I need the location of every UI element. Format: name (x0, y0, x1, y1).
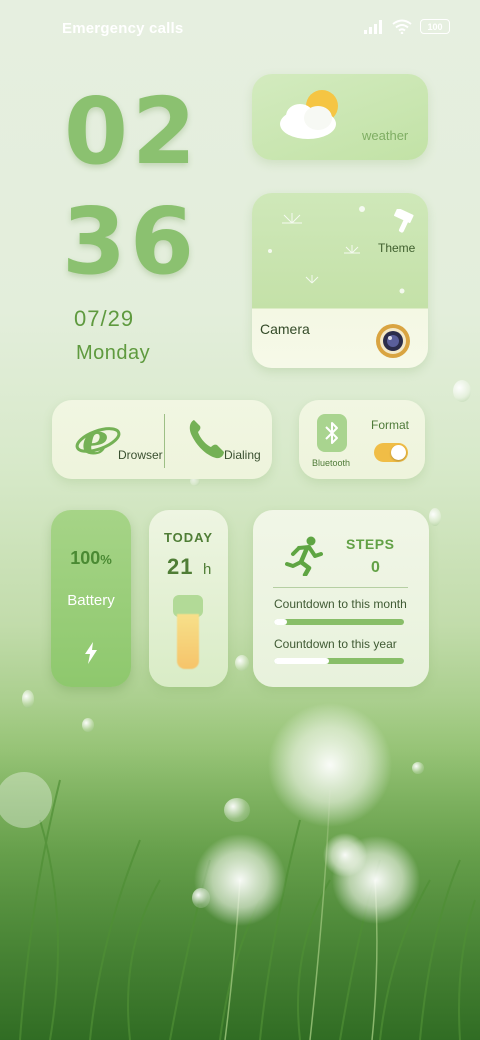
svg-text:e: e (82, 416, 109, 462)
emergency-calls-text: Emergency calls (62, 20, 184, 37)
format-label: Format (371, 418, 410, 432)
camera-lens-icon[interactable] (375, 323, 411, 359)
weather-widget[interactable]: weather (252, 74, 428, 160)
weather-label: weather (362, 128, 409, 143)
today-unit: h (203, 561, 212, 578)
water-drop (192, 888, 210, 908)
water-drop (224, 798, 250, 822)
water-drop (429, 508, 441, 526)
apps-divider (164, 414, 165, 468)
apps-widget: e Drowser Dialing (52, 400, 272, 479)
steps-label: STEPS (346, 536, 395, 552)
today-label: TODAY (163, 530, 214, 545)
battery-unit: % (100, 552, 112, 567)
today-value: 21 (167, 554, 194, 579)
camera-label[interactable]: Camera (260, 321, 310, 337)
battery-level-text: 100 (427, 21, 443, 32)
theme-brush-icon[interactable] (392, 209, 416, 237)
format-switch[interactable] (374, 443, 408, 462)
battery-label: Battery (67, 592, 115, 609)
steps-widget[interactable]: STEPS 0 Countdown to this month Countdow… (253, 510, 429, 687)
battery-percent: 100% (51, 548, 131, 569)
steps-value: 0 (371, 559, 380, 576)
water-drop (453, 380, 471, 402)
signal-icon (364, 19, 382, 34)
browser-icon: e (75, 416, 121, 462)
toggles-widget: Bluetooth Format (299, 400, 425, 479)
date-text[interactable]: 07/29 (74, 306, 134, 332)
dialing-label: Dialing (224, 448, 261, 462)
clock-minute[interactable]: 36 (62, 188, 198, 295)
steps-divider (273, 587, 408, 588)
phone-icon (189, 420, 224, 459)
status-icons: 100 (364, 19, 450, 34)
battery-value-number: 100 (70, 548, 101, 568)
weekday-text[interactable]: Monday (76, 342, 150, 365)
dialing-shortcut[interactable]: Dialing (186, 416, 270, 466)
countdown-year-fill (274, 658, 329, 664)
running-person-icon (285, 536, 323, 576)
countdown-month-bar (274, 619, 404, 625)
switch-knob (391, 445, 406, 460)
water-drop (82, 718, 94, 732)
theme-label[interactable]: Theme (378, 241, 415, 255)
water-drop (22, 690, 34, 708)
bluetooth-icon (325, 422, 338, 444)
water-drop (235, 655, 249, 671)
browser-shortcut[interactable]: e Drowser (74, 416, 164, 466)
bluetooth-label: Bluetooth (312, 458, 351, 468)
countdown-month-label: Countdown to this month (274, 597, 407, 611)
today-widget[interactable]: TODAY 21 h (149, 510, 228, 687)
browser-label: Drowser (118, 448, 163, 462)
battery-widget[interactable]: 100% Battery (51, 510, 131, 687)
battery-icon: 100 (420, 19, 450, 34)
clock-hour[interactable]: 02 (64, 78, 200, 185)
water-drop (412, 762, 424, 774)
hour-tube-level (177, 614, 199, 669)
status-bar: Emergency calls 100 (0, 0, 480, 56)
charging-bolt-icon (85, 642, 97, 664)
countdown-year-bar (274, 658, 404, 664)
countdown-year-label: Countdown to this year (274, 637, 397, 651)
wifi-icon (392, 19, 412, 34)
bluetooth-toggle[interactable] (317, 414, 347, 452)
countdown-month-fill (274, 619, 287, 625)
weather-icon (280, 90, 338, 139)
theme-camera-widget[interactable]: Theme Camera (252, 193, 428, 368)
